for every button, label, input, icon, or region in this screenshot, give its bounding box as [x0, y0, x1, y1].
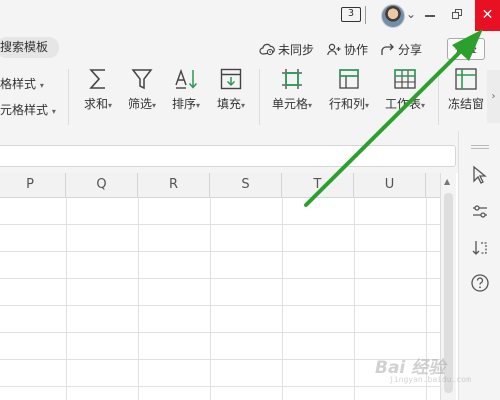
row-col-label: 行和列 [328, 97, 365, 111]
cell-icon [282, 69, 302, 89]
cell-style-button[interactable]: 元格样式 ▾ [0, 101, 56, 118]
freeze-pane-button[interactable]: 冻结窗 [444, 67, 488, 112]
collaborate-icon [327, 43, 341, 56]
select-cursor-icon[interactable] [469, 165, 491, 187]
formula-input[interactable] [0, 145, 456, 167]
freeze-pane-label: 冻结窗 [447, 97, 484, 111]
settings-sliders-icon[interactable] [469, 203, 491, 225]
menu-row: 搜索模板 未同步 协作 分享 折叠 [0, 33, 500, 63]
grid-line [138, 197, 139, 400]
grid-line [66, 197, 67, 400]
formula-bar [0, 131, 465, 173]
baidu-watermark: Bai 经验 jingyan.baidu.com [365, 345, 495, 395]
sync-status-label: 未同步 [278, 43, 315, 57]
sort-label: 排序 [171, 97, 196, 111]
column-header-q[interactable]: Q [66, 173, 138, 197]
watermark-url: jingyan.baidu.com [389, 375, 471, 384]
grid-line [0, 305, 440, 306]
caret-down-icon: ▾ [108, 101, 113, 110]
grid-line [210, 197, 211, 400]
share-icon [381, 43, 394, 55]
caret-down-icon: ▾ [308, 101, 313, 110]
sort-icon [175, 68, 198, 89]
caret-down-icon: ▾ [39, 81, 44, 90]
grid-line [0, 224, 440, 225]
caret-down-icon: ▾ [196, 101, 201, 110]
sum-label: 求和 [83, 97, 108, 111]
caret-down-icon: ▾ [241, 101, 246, 110]
format-style-label: 格样式 [0, 77, 37, 91]
collapse-ribbon-button[interactable]: 折叠 [447, 38, 485, 60]
ribbon-divider [259, 69, 260, 125]
grid-line [0, 251, 440, 252]
sync-status-button[interactable]: 未同步 [259, 41, 314, 58]
filter-label: 筛选 [127, 97, 152, 111]
filter-button[interactable]: 筛选▾ [121, 67, 163, 112]
column-header-t[interactable]: T [282, 173, 354, 197]
cell-button[interactable]: 单元格▾ [268, 67, 316, 112]
ribbon-toolbar: 格样式 ▾ 元格样式 ▾ 求和▾ 筛选▾ 排序▾ 填充▾ 单元格▾ 行和列▾ 工… [0, 63, 500, 132]
restore-button[interactable] [452, 9, 462, 19]
grid-line [282, 197, 283, 400]
format-style-button[interactable]: 格样式 ▾ [0, 75, 44, 92]
grid-line [0, 278, 440, 279]
sort-button[interactable]: 排序▾ [165, 67, 207, 112]
cell-label: 单元格 [271, 97, 308, 111]
ribbon-scroll-right-button[interactable]: › [487, 70, 500, 123]
worksheet-icon [394, 69, 416, 89]
ribbon-divider [438, 69, 439, 125]
caret-down-icon: ▾ [421, 101, 426, 110]
sum-icon [89, 69, 105, 89]
chevron-down-icon[interactable]: ⌄ [406, 7, 416, 21]
title-divider [365, 6, 366, 24]
close-button[interactable]: ✕ [475, 0, 500, 31]
scroll-up-icon[interactable]: ▲ [444, 177, 450, 186]
fill-button[interactable]: 填充▾ [210, 67, 252, 112]
row-col-button[interactable]: 行和列▾ [324, 67, 374, 112]
fill-icon [220, 68, 242, 90]
column-header-u[interactable]: U [354, 173, 426, 197]
column-header-s[interactable]: S [210, 173, 282, 197]
cloud-icon [259, 43, 275, 56]
row-col-icon [339, 69, 359, 89]
grid-line [0, 332, 440, 333]
window-count-badge[interactable]: 3 [341, 7, 361, 22]
caret-down-icon: ▾ [365, 101, 370, 110]
sum-button[interactable]: 求和▾ [77, 67, 119, 112]
worksheet-button[interactable]: 工作表▾ [380, 67, 430, 112]
help-icon[interactable] [469, 273, 491, 295]
title-bar: 3 ⌄ ✕ [0, 0, 500, 33]
share-label: 分享 [398, 43, 423, 57]
share-button[interactable]: 分享 [381, 41, 422, 58]
ribbon-divider [68, 69, 69, 125]
filter-icon [131, 69, 153, 90]
swap-icon[interactable] [469, 239, 491, 261]
worksheet-label: 工作表 [384, 97, 421, 111]
caret-down-icon: ▾ [51, 107, 56, 116]
freeze-pane-icon [455, 68, 477, 90]
caret-down-icon: ▾ [152, 101, 157, 110]
column-header-r[interactable]: R [138, 173, 210, 197]
cell-style-label: 元格样式 [0, 103, 49, 117]
avatar[interactable] [381, 4, 405, 28]
grid-line [354, 197, 355, 400]
collaborate-button[interactable]: 协作 [327, 41, 368, 58]
collaborate-label: 协作 [344, 43, 369, 57]
panel-grip [471, 145, 489, 149]
column-header-row: P Q R S T U [0, 173, 440, 198]
column-header-p[interactable]: P [0, 173, 66, 197]
fill-label: 填充 [216, 97, 241, 111]
minimize-button[interactable] [425, 15, 435, 17]
search-template-button[interactable]: 搜索模板 [0, 37, 59, 58]
